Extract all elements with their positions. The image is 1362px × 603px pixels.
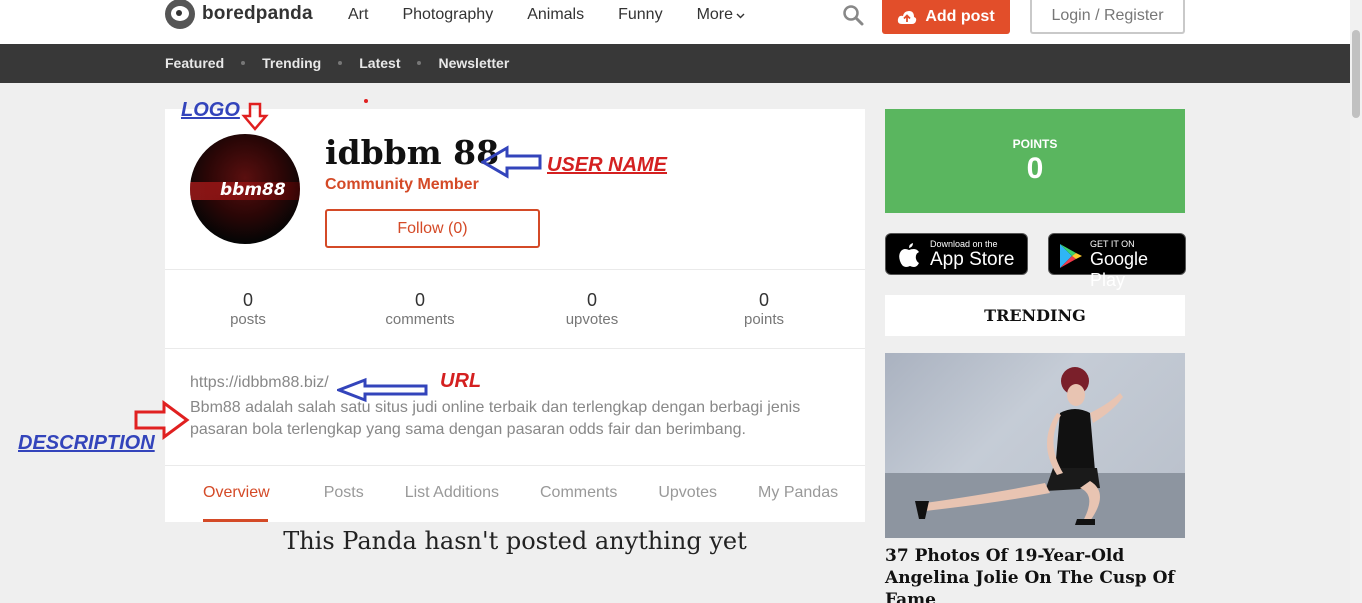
search-icon[interactable] [841,3,865,27]
stat-upvotes[interactable]: 0 upvotes [509,290,675,330]
annotation-username-label: USER NAME [547,154,668,176]
annotation-logo-label: LOGO [181,99,240,121]
points-box: POINTS 0 [885,109,1185,213]
top-header: boredpanda Art Photography Animals Funny… [0,0,1350,44]
separator-dot [241,61,246,65]
stat-value: 0 [414,290,425,310]
stat-posts[interactable]: 0 posts [165,290,331,330]
tab-posts[interactable]: Posts [324,484,364,502]
google-play-big-text: Google Play [1090,249,1149,290]
subnav-latest[interactable]: Latest [359,55,400,71]
nav-item-art[interactable]: Art [348,6,368,24]
profile-role: Community Member [325,176,479,193]
tab-list-additions[interactable]: List Additions [405,484,499,502]
tab-overview[interactable]: Overview [190,484,283,522]
profile-tabs: Overview Posts List Additions Comments U… [190,484,838,522]
login-register-button[interactable]: Login / Register [1030,0,1185,34]
tab-comments[interactable]: Comments [540,484,617,502]
nav-item-photography[interactable]: Photography [402,6,493,24]
site-logo[interactable]: boredpanda [165,0,313,32]
subnav-featured[interactable]: Featured [165,55,224,71]
annotation-description-label: DESCRIPTION [18,432,155,454]
avatar[interactable]: bbm88 [190,134,300,244]
separator-dot [417,61,422,65]
points-value: 0 [1026,152,1044,185]
secondary-nav: Featured Trending Latest Newsletter [165,55,509,71]
stat-label: comments [385,311,455,328]
separator-dot [338,61,343,65]
stat-comments[interactable]: 0 comments [337,290,503,330]
divider [165,269,865,270]
chevron-down-icon [736,13,745,19]
profile-username: idbbm 88 [325,133,500,172]
stat-value: 0 [586,290,597,310]
google-play-small-text: GET IT ON [1090,239,1135,249]
main-nav: Art Photography Animals Funny More [348,6,745,24]
nav-item-funny[interactable]: Funny [618,6,662,24]
trending-post-title[interactable]: 37 Photos Of 19-Year-Old Angelina Jolie … [885,545,1185,603]
arrow-left-icon [337,377,428,403]
follow-button[interactable]: Follow (0) [325,209,540,248]
add-post-label: Add post [925,8,995,25]
app-store-big-text: App Store [930,249,1015,270]
annotation-url-label: URL [440,370,482,392]
nav-item-more[interactable]: More [697,6,745,24]
secondary-nav-bar: Featured Trending Latest Newsletter [0,44,1350,83]
apple-icon [899,243,919,267]
nav-more-label: More [696,6,734,23]
stat-value: 0 [758,290,769,310]
trending-heading: TRENDING [885,295,1185,336]
logo-text: boredpanda [202,3,313,24]
divider [165,348,865,349]
arrow-down-icon [241,102,269,131]
subnav-newsletter[interactable]: Newsletter [438,55,509,71]
profile-description: Bbm88 adalah salah satu situs judi onlin… [190,399,801,438]
panda-logo-icon [165,0,195,29]
nav-item-animals[interactable]: Animals [527,6,584,24]
empty-posts-message: This Panda hasn't posted anything yet [283,527,747,555]
google-play-badge[interactable]: GET IT ON Google Play [1048,233,1186,290]
add-post-button[interactable]: Add post [882,0,1010,34]
cloud-upload-icon [898,10,917,24]
stat-label: posts [230,311,266,328]
trending-photo-figure [885,367,1185,538]
avatar-logo-text: bbm88 [220,180,286,200]
arrow-left-icon [481,145,542,179]
stat-points[interactable]: 0 points [681,290,847,330]
trending-post-image[interactable] [885,353,1185,538]
tab-my-pandas[interactable]: My Pandas [758,484,838,502]
stat-label: upvotes [565,311,619,328]
stat-label: points [743,311,785,328]
scrollbar-thumb[interactable] [1352,30,1360,118]
profile-url-link[interactable]: https://idbbm88.biz/ [190,374,329,392]
divider [165,465,865,466]
app-store-small-text: Download on the [930,239,998,249]
subnav-trending[interactable]: Trending [262,55,321,71]
app-store-badge[interactable]: Download on the App Store [885,233,1028,275]
google-play-icon [1060,244,1082,268]
tab-upvotes[interactable]: Upvotes [658,484,717,502]
red-dot-mark [364,99,368,103]
stat-value: 0 [242,290,253,310]
points-label: POINTS [1012,137,1058,151]
